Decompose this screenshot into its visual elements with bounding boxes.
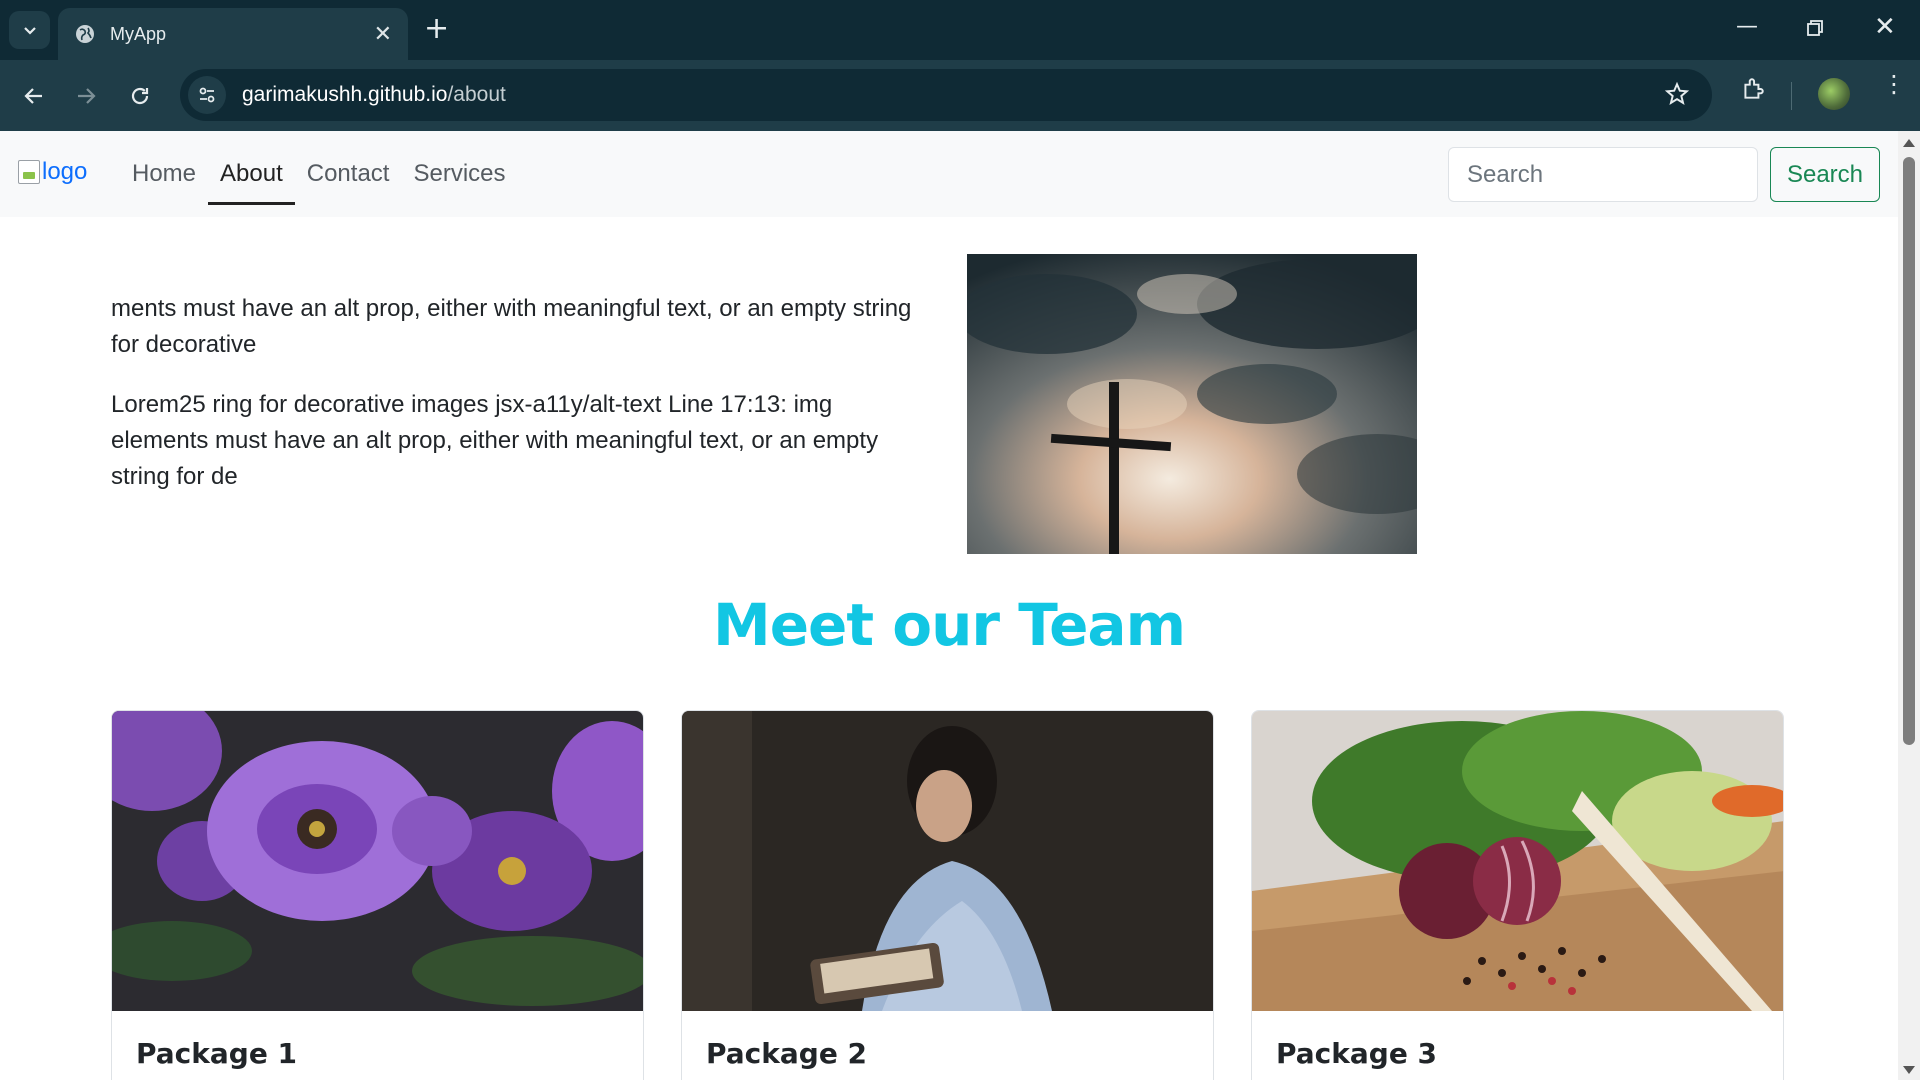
logo-alt-text: logo <box>42 158 88 185</box>
page-scrollbar[interactable] <box>1898 131 1920 1080</box>
menu-kebab-icon[interactable]: ⋮ <box>1882 72 1906 96</box>
chevron-down-icon <box>23 27 36 35</box>
arrow-left-icon <box>24 88 42 104</box>
tab-search-button[interactable] <box>9 11 50 49</box>
arrow-right-icon <box>78 88 96 104</box>
reading-woman-image <box>682 711 1213 1011</box>
profile-avatar[interactable] <box>1818 78 1850 110</box>
site-info-icon[interactable] <box>188 76 226 114</box>
scroll-down-arrow-icon[interactable] <box>1903 1066 1915 1074</box>
nav-link-about[interactable]: About <box>208 131 295 217</box>
card-title: Package 2 <box>706 1037 868 1070</box>
tab-title: MyApp <box>110 23 167 44</box>
nav-link-services[interactable]: Services <box>401 131 517 217</box>
reload-icon <box>131 87 149 105</box>
url-host: garimakushh.github.io <box>242 83 448 106</box>
close-window-icon[interactable]: ✕ <box>1874 12 1896 42</box>
broken-image-icon <box>18 160 40 184</box>
url-text: garimakushh.github.io/about <box>242 83 506 107</box>
team-card[interactable]: Package 3 <box>1251 710 1784 1080</box>
team-card[interactable]: Package 2 <box>681 710 1214 1080</box>
nav-link-home[interactable]: Home <box>120 131 208 217</box>
close-tab-icon[interactable]: ✕ <box>374 22 392 47</box>
back-button[interactable] <box>14 76 54 116</box>
url-path: /about <box>447 83 506 106</box>
browser-tab[interactable]: MyApp ✕ <box>58 8 408 60</box>
logo-image[interactable]: logo <box>18 158 87 186</box>
page-viewport: logo Home About Contact Services Search … <box>0 131 1898 1080</box>
reload-button[interactable] <box>120 76 160 116</box>
address-bar[interactable]: garimakushh.github.io/about <box>180 69 1712 121</box>
about-paragraph-2: Lorem25 ring for decorative images jsx-a… <box>111 391 879 490</box>
toolbar-divider <box>1791 82 1792 110</box>
scroll-up-arrow-icon[interactable] <box>1903 139 1915 147</box>
cross-sky-image <box>967 254 1417 554</box>
minimize-icon[interactable]: — <box>1736 14 1758 39</box>
search-button[interactable]: Search <box>1770 147 1880 202</box>
scrollbar-thumb[interactable] <box>1903 157 1915 745</box>
browser-tab-bar: MyApp ✕ + — ✕ <box>0 0 1920 60</box>
card-title: Package 3 <box>1276 1037 1438 1070</box>
nav-links: Home About Contact Services <box>120 131 518 217</box>
globe-icon <box>76 25 94 43</box>
new-tab-icon[interactable]: + <box>424 14 449 44</box>
bookmark-star-icon[interactable] <box>1664 81 1690 107</box>
team-card[interactable]: Package 1 <box>111 710 644 1080</box>
nav-link-contact[interactable]: Contact <box>295 131 402 217</box>
browser-toolbar: garimakushh.github.io/about ⋮ <box>0 60 1920 131</box>
about-text: ments must have an alt prop, either with… <box>111 291 931 519</box>
site-navbar: logo Home About Contact Services Search … <box>0 131 1898 217</box>
card-title: Package 1 <box>136 1037 298 1070</box>
forward-button[interactable] <box>66 76 106 116</box>
about-paragraph-1: ments must have an alt prop, either with… <box>111 295 912 358</box>
flower-image <box>112 711 643 1011</box>
search-input[interactable]: Search <box>1448 147 1758 202</box>
vegetables-image <box>1252 711 1783 1011</box>
restore-icon[interactable] <box>1806 18 1824 43</box>
team-heading: Meet our Team <box>712 591 1186 659</box>
extensions-icon[interactable] <box>1740 76 1766 102</box>
